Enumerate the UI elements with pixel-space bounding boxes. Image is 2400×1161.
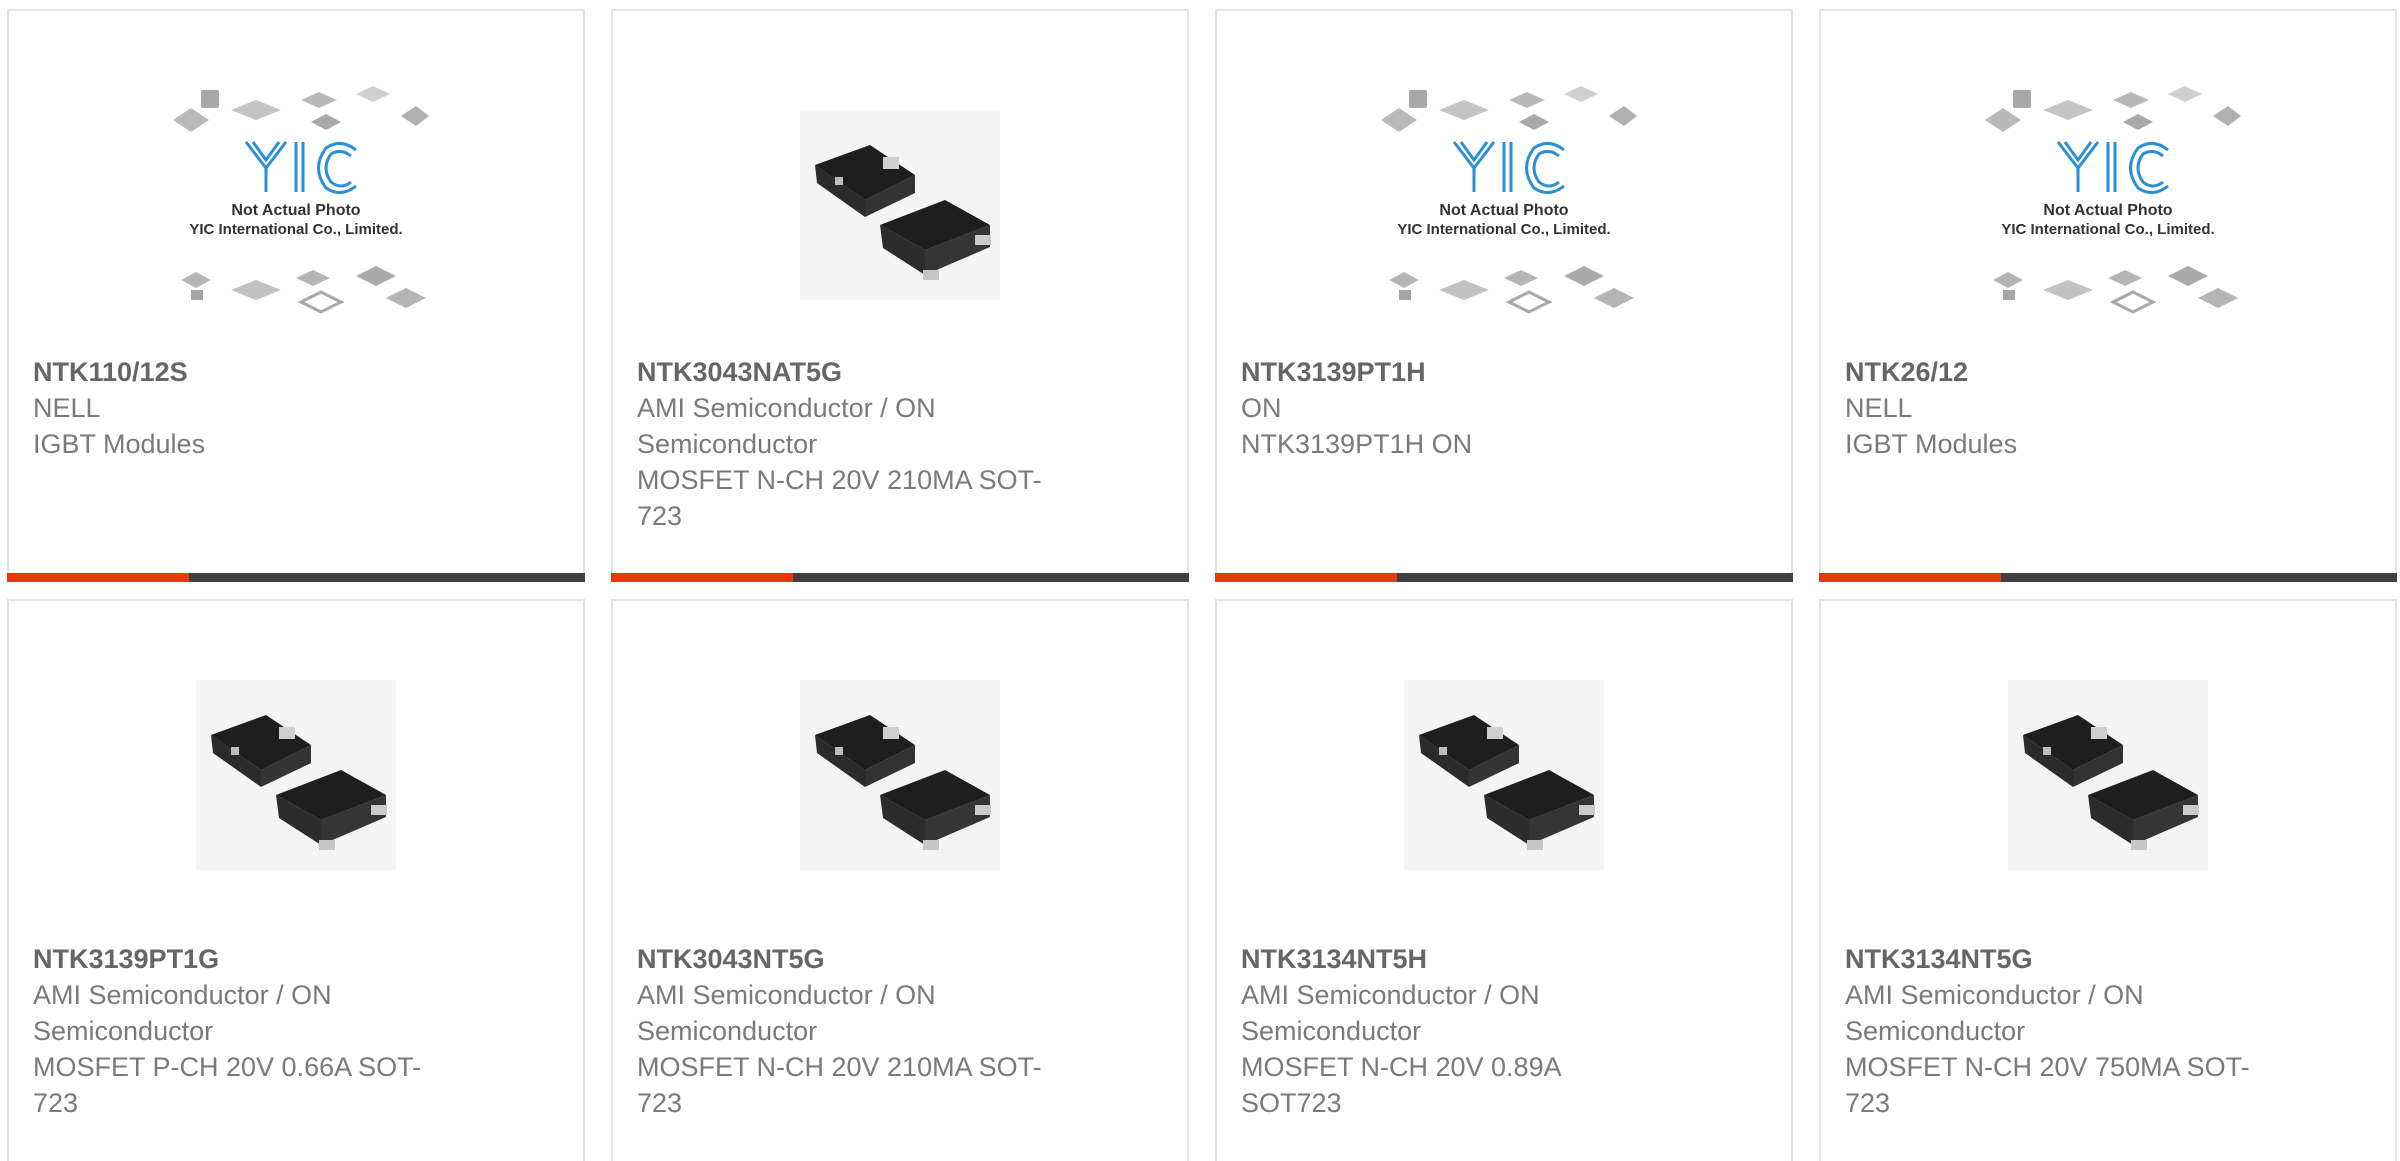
product-card[interactable]: Not Actual Photo YIC International Co., … bbox=[1819, 9, 2397, 582]
product-card[interactable]: NTK3134NT5H AMI Semiconductor / ON Semic… bbox=[1215, 599, 1793, 1161]
part-number[interactable]: NTK3139PT1G bbox=[33, 941, 453, 977]
manufacturer: NELL bbox=[1845, 393, 1913, 423]
product-description: MOSFET N-CH 20V 0.89A SOT723 bbox=[1241, 1052, 1561, 1118]
placeholder-caption: Not Actual Photo bbox=[2043, 202, 2172, 219]
product-card[interactable]: NTK3043NT5G AMI Semiconductor / ON Semic… bbox=[611, 599, 1189, 1161]
placeholder-company: YIC International Co., Limited. bbox=[2001, 221, 2214, 238]
sot723-chip-icon[interactable] bbox=[760, 75, 1040, 335]
placeholder-icon[interactable]: Not Actual Photo YIC International Co., … bbox=[1364, 75, 1644, 335]
card-accent-bar bbox=[1215, 573, 1397, 582]
manufacturer: NELL bbox=[33, 393, 101, 423]
product-info: NTK110/12S NELL IGBT Modules bbox=[33, 354, 559, 462]
product-grid: Not Actual Photo YIC International Co., … bbox=[0, 0, 2400, 1161]
product-card[interactable]: NTK3139PT1G AMI Semiconductor / ON Semic… bbox=[7, 599, 585, 1161]
part-number[interactable]: NTK26/12 bbox=[1845, 354, 2265, 390]
manufacturer: AMI Semiconductor / ON Semiconductor bbox=[33, 980, 332, 1046]
product-description: MOSFET N-CH 20V 210MA SOT-723 bbox=[637, 465, 1042, 531]
card-bottom-bar bbox=[611, 573, 1189, 582]
manufacturer: AMI Semiconductor / ON Semiconductor bbox=[637, 980, 936, 1046]
product-info: NTK3139PT1G AMI Semiconductor / ON Semic… bbox=[33, 941, 559, 1121]
product-description: IGBT Modules bbox=[1845, 429, 2018, 459]
sot723-chip-icon[interactable] bbox=[1968, 665, 2248, 885]
placeholder-caption: Not Actual Photo bbox=[231, 202, 360, 219]
card-bottom-bar bbox=[1819, 573, 2397, 582]
sot723-chip-icon[interactable] bbox=[1364, 665, 1644, 885]
placeholder-company: YIC International Co., Limited. bbox=[1397, 221, 1610, 238]
card-accent-bar bbox=[7, 573, 189, 582]
product-card[interactable]: Not Actual Photo YIC International Co., … bbox=[1215, 9, 1793, 582]
placeholder-caption: Not Actual Photo bbox=[1439, 202, 1568, 219]
manufacturer: AMI Semiconductor / ON Semiconductor bbox=[1845, 980, 2144, 1046]
product-card[interactable]: Not Actual Photo YIC International Co., … bbox=[7, 9, 585, 582]
card-accent-bar bbox=[1819, 573, 2001, 582]
part-number[interactable]: NTK3134NT5G bbox=[1845, 941, 2265, 977]
sot723-chip-icon[interactable] bbox=[156, 665, 436, 885]
product-info: NTK26/12 NELL IGBT Modules bbox=[1845, 354, 2371, 462]
part-number[interactable]: NTK3043NAT5G bbox=[637, 354, 1057, 390]
product-description: IGBT Modules bbox=[33, 429, 206, 459]
product-info: NTK3134NT5H AMI Semiconductor / ON Semic… bbox=[1241, 941, 1767, 1121]
manufacturer: ON bbox=[1241, 393, 1282, 423]
part-number[interactable]: NTK3043NT5G bbox=[637, 941, 1057, 977]
product-description: NTK3139PT1H ON bbox=[1241, 429, 1473, 459]
part-number[interactable]: NTK110/12S bbox=[33, 354, 453, 390]
card-accent-bar bbox=[611, 573, 793, 582]
product-card[interactable]: NTK3134NT5G AMI Semiconductor / ON Semic… bbox=[1819, 599, 2397, 1161]
product-info: NTK3043NAT5G AMI Semiconductor / ON Semi… bbox=[637, 354, 1163, 534]
product-info: NTK3134NT5G AMI Semiconductor / ON Semic… bbox=[1845, 941, 2371, 1121]
manufacturer: AMI Semiconductor / ON Semiconductor bbox=[637, 393, 936, 459]
placeholder-icon[interactable]: Not Actual Photo YIC International Co., … bbox=[1968, 75, 2248, 335]
placeholder-company: YIC International Co., Limited. bbox=[189, 221, 402, 238]
card-bottom-bar bbox=[7, 573, 585, 582]
sot723-chip-icon[interactable] bbox=[760, 665, 1040, 885]
product-info: NTK3043NT5G AMI Semiconductor / ON Semic… bbox=[637, 941, 1163, 1121]
part-number[interactable]: NTK3134NT5H bbox=[1241, 941, 1661, 977]
product-description: MOSFET N-CH 20V 750MA SOT-723 bbox=[1845, 1052, 2250, 1118]
product-description: MOSFET P-CH 20V 0.66A SOT-723 bbox=[33, 1052, 422, 1118]
product-info: NTK3139PT1H ON NTK3139PT1H ON bbox=[1241, 354, 1767, 462]
card-bottom-bar bbox=[1215, 573, 1793, 582]
product-card[interactable]: NTK3043NAT5G AMI Semiconductor / ON Semi… bbox=[611, 9, 1189, 582]
part-number[interactable]: NTK3139PT1H bbox=[1241, 354, 1661, 390]
manufacturer: AMI Semiconductor / ON Semiconductor bbox=[1241, 980, 1540, 1046]
product-description: MOSFET N-CH 20V 210MA SOT-723 bbox=[637, 1052, 1042, 1118]
placeholder-icon[interactable]: Not Actual Photo YIC International Co., … bbox=[156, 75, 436, 335]
